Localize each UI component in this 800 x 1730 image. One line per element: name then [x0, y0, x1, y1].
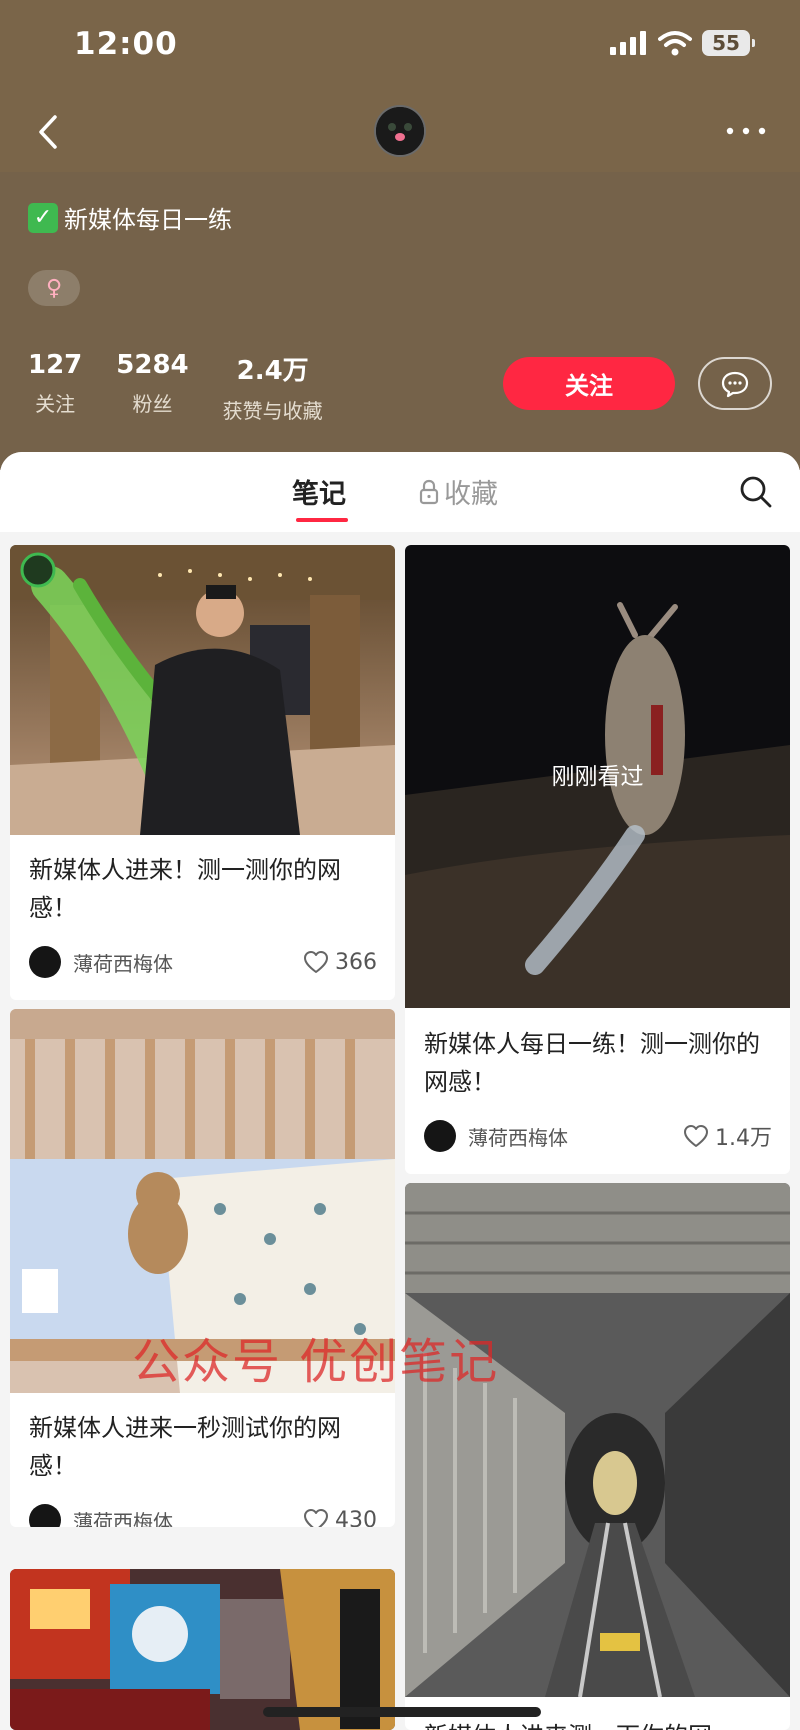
- like-button[interactable]: 1.4万: [683, 1120, 772, 1152]
- heart-icon: [304, 951, 328, 973]
- tab-bar: 笔记 收藏: [0, 452, 800, 532]
- note-cover-image: [10, 545, 395, 835]
- note-meta: 薄荷西梅体 430: [29, 1503, 377, 1527]
- lock-icon: [419, 479, 439, 504]
- more-button[interactable]: [720, 114, 772, 148]
- note-card[interactable]: 刚刚看过 新媒体人每日一练！测一测你的网感！ 薄荷西梅体 1.4万: [405, 545, 790, 1174]
- chat-bubble-icon: [721, 371, 749, 397]
- recently-viewed-label: 刚刚看过: [551, 764, 644, 790]
- follow-button[interactable]: 关注: [503, 357, 675, 410]
- status-icons: 55: [610, 30, 755, 56]
- author-avatar[interactable]: [424, 1120, 456, 1152]
- note-meta: 薄荷西梅体 366: [29, 945, 377, 979]
- wifi-icon: [658, 31, 692, 56]
- cover-photo-crib: [10, 1009, 395, 1393]
- avatar-image: [376, 107, 424, 155]
- heart-icon: [304, 1509, 328, 1527]
- active-tab-indicator: [296, 518, 348, 522]
- author-name[interactable]: 薄荷西梅体: [73, 1506, 303, 1528]
- author-avatar[interactable]: [29, 1504, 61, 1527]
- note-card[interactable]: [10, 1569, 395, 1730]
- check-icon: ✓: [28, 202, 58, 233]
- chevron-left-icon: [39, 115, 57, 149]
- gender-badge: ♀: [28, 270, 80, 306]
- search-icon: [740, 476, 772, 508]
- note-title: 新媒体人进来！测一测你的网感！: [29, 856, 341, 922]
- tab-collections-label: 收藏: [444, 479, 498, 510]
- stat-value: 2.4万: [236, 356, 309, 386]
- note-cover-image: [10, 1009, 395, 1393]
- profile-title: ✓ 新媒体每日一练: [28, 200, 232, 235]
- stat-likes-collections[interactable]: 2.4万 获赞与收藏: [223, 350, 323, 424]
- note-card[interactable]: 新媒体人进来一秒测试你的网感！ 薄荷西梅体 430: [10, 1009, 395, 1527]
- home-indicator: [263, 1707, 541, 1717]
- note-cover-image: [405, 1183, 790, 1697]
- like-count: 1.4万: [715, 1126, 772, 1151]
- note-title: 新媒体人进来一秒测试你的网感！: [29, 1414, 341, 1480]
- note-cover-image: [10, 1569, 395, 1730]
- signal-icon: [610, 31, 646, 55]
- profile-stats: 127 关注 5284 粉丝 2.4万 获赞与收藏: [28, 350, 323, 424]
- battery-indicator: 55: [702, 30, 755, 56]
- like-button[interactable]: 430: [303, 1507, 377, 1528]
- note-card[interactable]: 新媒体人进来测一下你的网: [405, 1183, 790, 1730]
- stat-label: 粉丝: [132, 392, 173, 416]
- like-button[interactable]: 366: [303, 950, 377, 975]
- note-meta: 薄荷西梅体 1.4万: [424, 1119, 772, 1153]
- note-card[interactable]: 新媒体人进来！测一测你的网感！ 薄荷西梅体 366: [10, 545, 395, 1000]
- stat-value: 5284: [116, 350, 189, 380]
- message-button[interactable]: [698, 357, 772, 410]
- tab-collections[interactable]: 收藏: [418, 472, 498, 511]
- heart-icon: [684, 1125, 708, 1147]
- like-count: 366: [335, 949, 377, 975]
- author-name[interactable]: 薄荷西梅体: [468, 1122, 683, 1151]
- note-title: 新媒体人每日一练！测一测你的网感！: [424, 1030, 760, 1096]
- note-cover-image: 刚刚看过: [405, 545, 790, 1008]
- stat-following[interactable]: 127 关注: [28, 350, 82, 424]
- tab-notes[interactable]: 笔记: [292, 472, 346, 511]
- back-button[interactable]: [28, 110, 68, 154]
- author-name[interactable]: 薄荷西梅体: [73, 948, 303, 977]
- nav-avatar[interactable]: [374, 105, 426, 157]
- stat-label: 获赞与收藏: [222, 399, 323, 423]
- stat-followers[interactable]: 5284 粉丝: [116, 350, 188, 424]
- cover-photo-man-with-leek: [10, 545, 395, 835]
- like-count: 430: [335, 1507, 377, 1528]
- stat-value: 127: [28, 350, 83, 380]
- status-time: 12:00: [74, 26, 178, 62]
- author-avatar[interactable]: [29, 946, 61, 978]
- profile-name: 新媒体每日一练: [64, 206, 232, 234]
- cover-photo-street-scene: [10, 1569, 395, 1730]
- cover-photo-subway-tunnel: [405, 1183, 790, 1697]
- note-title: 新媒体人进来测一下你的网: [424, 1717, 774, 1730]
- more-dots-icon: [726, 127, 766, 135]
- search-button[interactable]: [738, 474, 774, 510]
- stat-label: 关注: [35, 392, 76, 416]
- profile-header: 12:00 55 ✓ 新媒体每日一练 ♀ 127 关注 5284 粉丝 2.4万…: [0, 0, 800, 470]
